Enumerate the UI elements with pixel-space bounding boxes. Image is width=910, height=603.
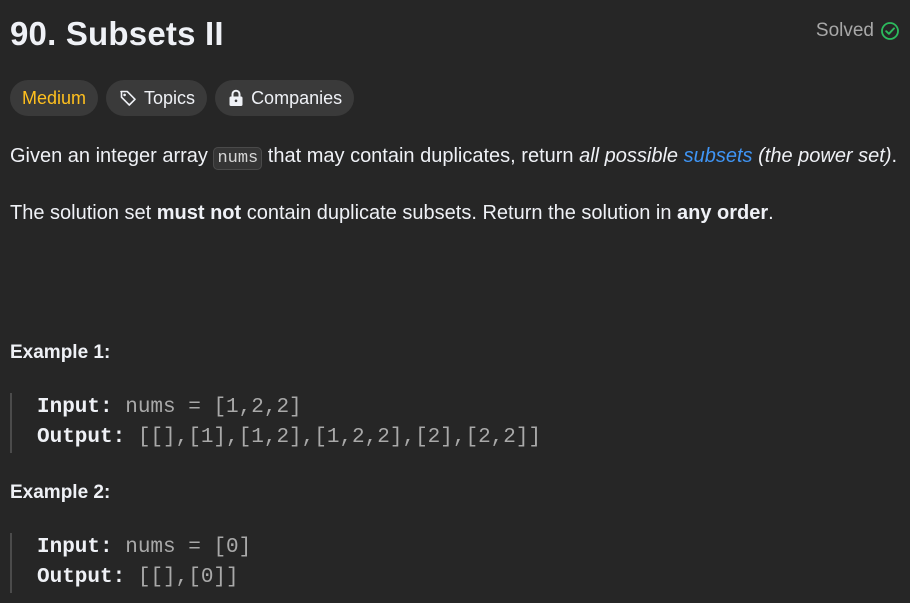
desc-emphasis: all possible	[579, 145, 684, 167]
example-title: Example 2:	[10, 482, 111, 503]
desc-emphasis: (the power set)	[752, 145, 892, 167]
example-output-row: Output: [[],[0]]	[37, 563, 890, 593]
input-value: nums = [1,2,2]	[112, 396, 302, 419]
solved-status: Solved	[816, 20, 900, 42]
desc-bold: must not	[156, 202, 242, 224]
check-circle-icon	[880, 21, 900, 41]
problem-tags: Medium Topics Companies	[10, 80, 355, 116]
input-label: Input:	[37, 396, 113, 419]
output-value: [[],[1],[1,2],[1,2,2],[2],[2,2]]	[125, 426, 542, 449]
companies-button[interactable]: Companies	[215, 80, 355, 116]
output-label: Output:	[37, 426, 126, 449]
desc-text: Given an integer array	[10, 145, 214, 167]
problem-title[interactable]: 90. Subsets II	[10, 12, 224, 56]
desc-text: contain duplicate subsets. Return the so…	[241, 202, 678, 224]
difficulty-label: Medium	[22, 87, 87, 108]
example-input-row: Input: nums = [0]	[37, 533, 890, 563]
desc-text: that may contain duplicates, return	[262, 145, 580, 167]
problem-page: 90. Subsets II Solved Medium Topics Comp…	[0, 0, 910, 603]
example-block: Input: nums = [0] Output: [[],[0]]	[10, 533, 890, 593]
lock-icon	[227, 88, 245, 108]
input-value: nums = [0]	[112, 536, 252, 559]
input-label: Input:	[37, 536, 113, 559]
desc-text: .	[768, 202, 774, 224]
problem-description: Given an integer array nums that may con…	[10, 140, 900, 229]
subsets-link[interactable]: subsets	[684, 145, 753, 167]
tag-icon	[118, 88, 138, 108]
inline-code: nums	[213, 147, 263, 170]
description-paragraph: The solution set must not contain duplic…	[10, 197, 900, 229]
problem-header: 90. Subsets II Solved	[10, 12, 900, 60]
desc-text: The solution set	[10, 202, 157, 224]
example-output-row: Output: [[],[1],[1,2],[1,2,2],[2],[2,2]]	[37, 423, 890, 453]
description-paragraph: Given an integer array nums that may con…	[10, 140, 900, 175]
topics-label: Topics	[144, 87, 196, 108]
example-block: Input: nums = [1,2,2] Output: [[],[1],[1…	[10, 393, 890, 453]
topics-button[interactable]: Topics	[106, 80, 208, 116]
desc-text: .	[891, 145, 898, 167]
output-value: [[],[0]]	[125, 566, 239, 589]
output-label: Output:	[37, 566, 126, 589]
companies-label: Companies	[251, 87, 343, 108]
solved-label: Solved	[815, 20, 874, 41]
example-input-row: Input: nums = [1,2,2]	[37, 393, 890, 423]
difficulty-badge[interactable]: Medium	[10, 80, 99, 116]
example-title: Example 1:	[10, 342, 111, 363]
desc-bold: any order	[677, 202, 769, 224]
